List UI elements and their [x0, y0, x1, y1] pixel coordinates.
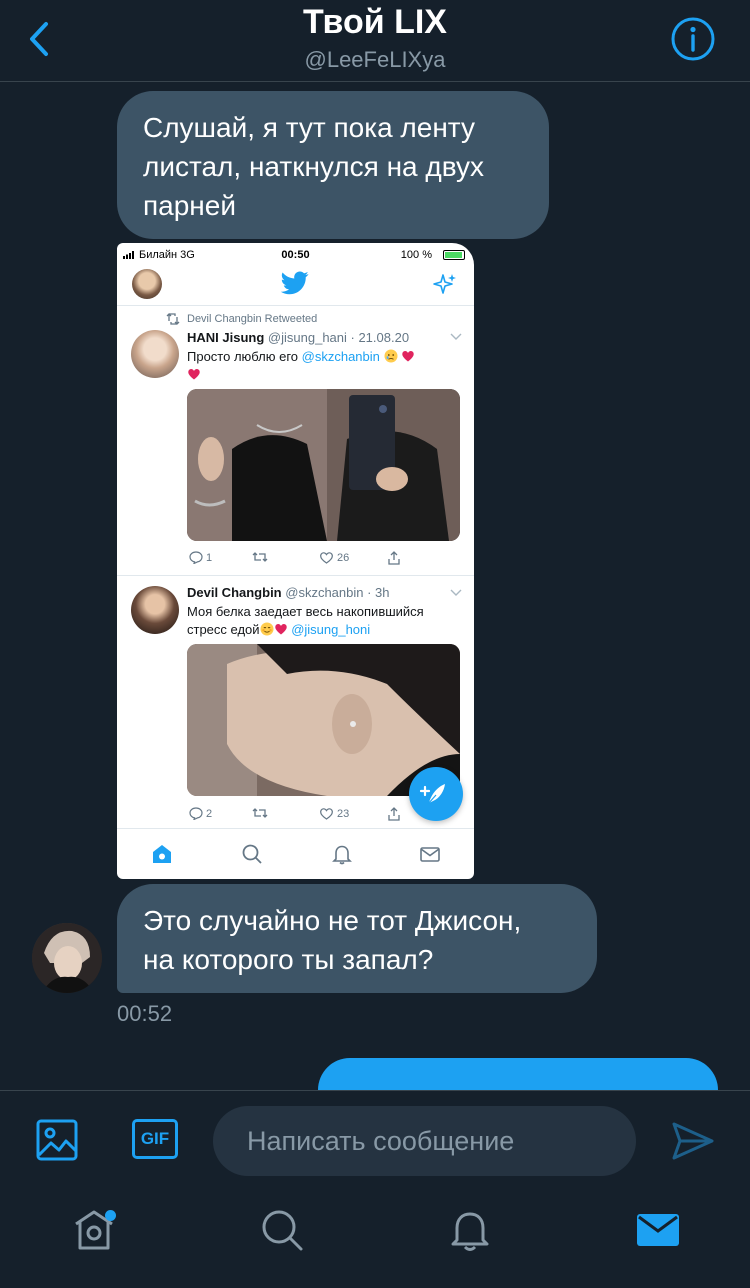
conversation-handle: @LeeFeLIXya: [304, 47, 446, 72]
heart-emoji-icon: [188, 368, 200, 380]
status-battery-label: 100 %: [400, 249, 432, 261]
mail-icon[interactable]: [419, 843, 441, 865]
tweet-author-name: HANI Jisung: [187, 330, 265, 345]
tweet-header: Devil Changbin @skzchanbin · 3h: [187, 585, 390, 600]
tweet-author-meta: @skzchanbin · 3h: [285, 585, 390, 600]
like-button[interactable]: 23: [319, 807, 349, 820]
message-line: парней: [143, 190, 236, 221]
tweet-author-meta: @jisung_hani · 21.08.20: [267, 330, 410, 345]
heart-emoji-icon: [274, 623, 287, 635]
mail-icon[interactable]: [636, 1208, 680, 1252]
share-icon: [388, 807, 400, 821]
retweet-icon: [166, 313, 180, 325]
notification-dot: [105, 1210, 116, 1221]
like-count: 23: [337, 807, 350, 820]
tweet-author-avatar: [131, 586, 179, 634]
reply-button[interactable]: 2: [189, 807, 212, 820]
avatar-portrait-illustration: [32, 923, 102, 993]
battery-icon: [443, 250, 465, 260]
share-button[interactable]: [387, 807, 401, 821]
sender-avatar[interactable]: [32, 923, 102, 993]
add-photo-button[interactable]: [36, 1119, 78, 1161]
message-image-attachment[interactable]: Билайн 3G 00:50 100 % Devil Changbin Ret…: [117, 243, 474, 879]
share-button[interactable]: [387, 551, 401, 565]
bottom-navigation: [0, 1190, 750, 1288]
tweet-mention: @jisung_honi: [291, 622, 371, 637]
search-icon[interactable]: [260, 1208, 304, 1252]
heart-emoji-icon: [402, 350, 414, 362]
crying-face-emoji-icon: [384, 349, 398, 363]
divider: [117, 575, 474, 576]
gif-button[interactable]: GIF: [132, 1119, 178, 1159]
share-icon: [388, 551, 400, 565]
retweet-button[interactable]: [251, 807, 269, 819]
retweeted-by-label: Devil Changbin Retweeted: [187, 313, 318, 325]
tweet-author-avatar: [131, 330, 179, 378]
tweet-actions: 2 23: [187, 807, 437, 823]
tweet-actions: 1 26: [187, 551, 437, 567]
tweet-text-continued: стресс едой @jisung_honi: [187, 621, 370, 639]
message-line: на которого ты запал?: [143, 944, 434, 975]
tweet-photo[interactable]: [187, 389, 460, 541]
bell-icon[interactable]: [331, 843, 353, 865]
heart-icon: [320, 808, 333, 820]
tweet-text-continued: [187, 366, 201, 384]
sparkle-icon: [433, 274, 456, 294]
info-icon: [671, 17, 715, 61]
divider: [117, 305, 474, 306]
reply-icon: [189, 807, 203, 820]
message-bubble-incoming[interactable]: Это случайно не тот Джисон, на которого …: [117, 884, 597, 993]
chevron-down-icon: [450, 333, 462, 340]
message-timestamp: 00:52: [117, 1001, 173, 1026]
message-composer: GIF: [0, 1090, 750, 1190]
like-button[interactable]: 26: [319, 551, 349, 564]
tweet-text: Моя белка заедает весь накопившийся: [187, 604, 424, 619]
compose-tweet-button[interactable]: [409, 767, 463, 821]
message-bubble-incoming[interactable]: Слушай, я тут пока ленту листал, наткнул…: [117, 91, 549, 239]
message-bubble-outgoing[interactable]: [318, 1058, 718, 1090]
twitter-bird-icon: [281, 271, 309, 295]
send-button[interactable]: [671, 1121, 715, 1161]
message-input[interactable]: [213, 1106, 636, 1176]
retweet-button[interactable]: [251, 551, 269, 563]
info-button[interactable]: [669, 15, 717, 63]
tweet-text-body: стресс едой: [187, 622, 260, 637]
tweet-header: HANI Jisung @jisung_hani · 21.08.20: [187, 330, 409, 345]
message-line: листал, наткнулся на двух: [143, 151, 484, 182]
message-line: Слушай, я тут пока ленту: [143, 112, 475, 143]
compose-feather-icon: [419, 784, 445, 805]
reply-button[interactable]: 1: [189, 551, 212, 564]
bell-icon[interactable]: [448, 1208, 492, 1252]
tweet-text: Просто люблю его @skzchanbin: [187, 348, 415, 366]
conversation-title: Твой LIX: [303, 3, 447, 41]
relieved-face-emoji-icon: [260, 622, 274, 636]
home-icon[interactable]: [151, 843, 173, 865]
conversation-header: Твой LIX @LeeFeLIXya: [0, 0, 750, 82]
photo-two-people-illustration: [187, 389, 460, 541]
send-icon: [672, 1122, 714, 1160]
like-count: 26: [337, 551, 350, 564]
retweet-icon: [252, 552, 268, 562]
tweet-author-name: Devil Changbin: [187, 585, 282, 600]
twitter-tab-bar: [117, 828, 474, 879]
reply-icon: [189, 551, 203, 564]
message-line: Это случайно не тот Джисон,: [143, 905, 522, 936]
heart-icon: [320, 552, 333, 564]
reply-count: 2: [206, 807, 213, 820]
tweet-text-body: Просто люблю его: [187, 349, 302, 364]
chevron-down-icon: [450, 589, 462, 596]
retweet-icon: [252, 808, 268, 818]
reply-count: 1: [206, 551, 213, 564]
search-icon[interactable]: [241, 843, 263, 865]
tweet-mention: @skzchanbin: [301, 349, 380, 364]
avatar: [132, 269, 162, 299]
image-icon: [36, 1119, 78, 1161]
